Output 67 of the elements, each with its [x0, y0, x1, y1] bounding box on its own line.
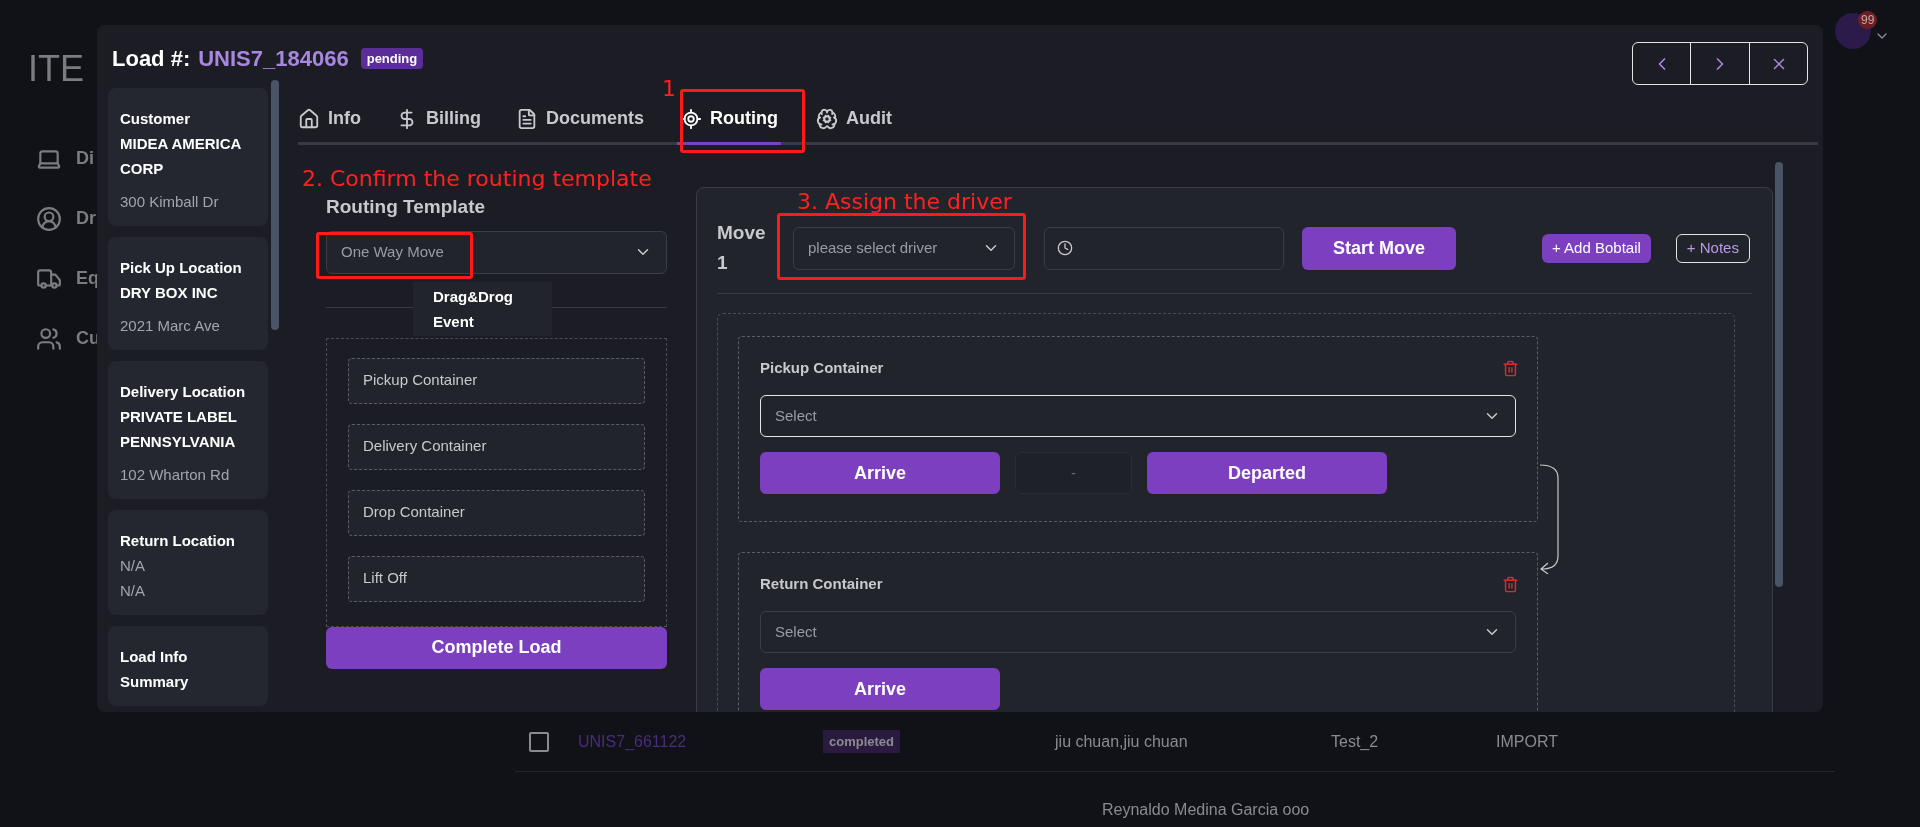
app-logo: ITE — [28, 47, 84, 91]
drag-popup: Drag&Drog Event — [413, 282, 552, 336]
tab[interactable]: Billing — [396, 97, 481, 145]
home-icon — [298, 107, 320, 130]
document-icon — [516, 107, 538, 130]
event-title: Pickup Container — [760, 357, 884, 378]
card-name: PRIVATE LABEL PENNSYLVANIA — [120, 407, 238, 452]
driver-cell-text: jiu chuan,jiu chuan — [1055, 731, 1189, 752]
clock-icon — [1057, 240, 1073, 256]
add-bobtail-button[interactable]: + Add Bobtail — [1542, 233, 1651, 263]
section-title: Routing Template — [326, 195, 487, 219]
tab[interactable]: Audit — [816, 97, 892, 145]
template-select[interactable]: One Way Move — [326, 230, 667, 274]
card-name: DRY BOX INC — [120, 283, 219, 303]
crosshair-icon — [680, 107, 702, 130]
card-name: MIDEA AMERICA CORP — [120, 134, 242, 179]
card-title: Load Info Summary — [120, 647, 190, 692]
event-item[interactable]: Pickup Container — [348, 357, 645, 404]
move-title: Move 1 — [717, 221, 767, 275]
tab[interactable]: Routing — [677, 97, 781, 145]
load-label: Load #: — [112, 45, 191, 73]
status-badge: completed — [823, 729, 900, 754]
time-display: - — [1015, 452, 1132, 494]
location-select[interactable]: Select — [760, 395, 1516, 437]
card-detail: N/A — [120, 581, 146, 601]
annotation-text: 1 — [662, 75, 676, 103]
complete-load-button[interactable]: Complete Load — [326, 626, 667, 669]
event-item[interactable]: Delivery Container — [348, 423, 645, 470]
card-detail: 102 Wharton Rd — [120, 465, 231, 485]
time-field[interactable] — [1044, 226, 1284, 270]
card-title: Customer — [120, 109, 191, 129]
driver-select[interactable]: please select driver — [793, 226, 1015, 270]
nav-item[interactable]: Di — [36, 145, 100, 172]
location-select[interactable]: Select — [760, 611, 1516, 653]
card-title: Pick Up Location — [120, 258, 243, 278]
tab[interactable]: Documents — [516, 97, 644, 145]
event-item[interactable]: Lift Off — [348, 555, 645, 602]
card-detail: N/A — [120, 556, 146, 576]
scrollbar[interactable] — [1775, 162, 1783, 587]
card-title: Return Location — [120, 531, 236, 551]
annotation-text: 2. Confirm the routing template — [302, 165, 652, 193]
event-title: Return Container — [760, 573, 883, 594]
annotation-text: 3. Assign the driver — [797, 188, 1012, 216]
notes-button[interactable]: + Notes — [1675, 233, 1750, 263]
card-detail: 2021 Marc Ave — [120, 316, 221, 336]
table-cell-text: Test_2 — [1331, 731, 1380, 752]
status-button[interactable]: Arrive — [760, 668, 1000, 710]
table-cell-text: IMPORT — [1496, 731, 1558, 752]
start-move-button[interactable]: Start Move — [1302, 226, 1456, 270]
status-button[interactable]: Departed — [1147, 452, 1387, 494]
event-item[interactable]: Drop Container — [348, 489, 645, 536]
card-detail: 300 Kimball Dr — [120, 192, 220, 212]
trash-icon[interactable] — [1502, 359, 1519, 377]
nav-item[interactable]: Dr — [36, 205, 100, 232]
status-badge: pending — [360, 47, 424, 70]
row-checkbox[interactable] — [529, 731, 549, 752]
user-circle-icon — [36, 205, 62, 232]
brain-gear-icon — [816, 107, 838, 130]
people-icon — [36, 325, 62, 352]
driver-cell-text: Reynaldo Medina Garcia ooo — [1102, 800, 1310, 820]
scrollbar[interactable] — [271, 80, 279, 330]
trash-icon[interactable] — [1502, 575, 1519, 593]
status-button[interactable]: Arrive — [760, 452, 1000, 494]
load-number: UNIS7_184066 — [198, 45, 349, 73]
tab[interactable]: Info — [298, 97, 361, 145]
card-title: Delivery Location — [120, 382, 247, 402]
notification-badge: 99 — [1858, 11, 1878, 29]
